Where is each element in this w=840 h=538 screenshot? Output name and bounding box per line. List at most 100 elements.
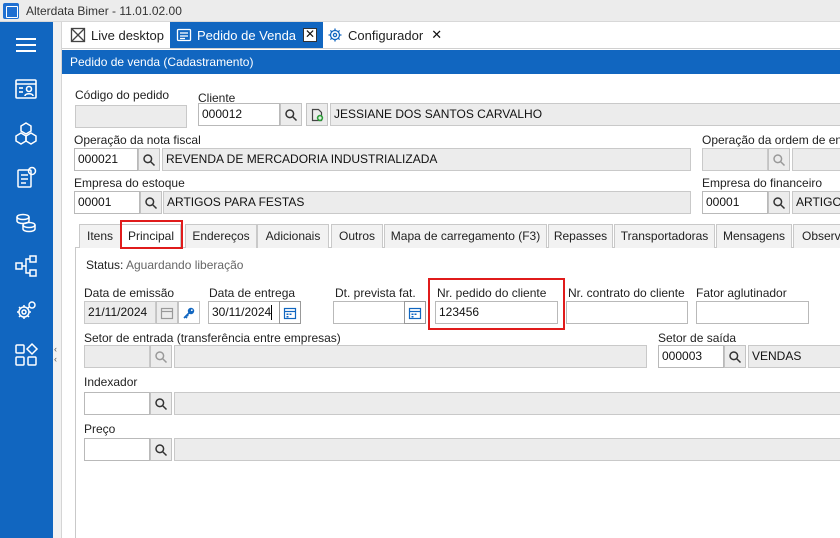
preco-name-field [174, 438, 840, 461]
setor-entrada-code-input [84, 345, 150, 368]
fator-aglutinador-label: Fator aglutinador [696, 286, 787, 300]
indexador-name-field [174, 392, 840, 415]
data-emissao-calendar-button[interactable] [156, 301, 178, 324]
settings-gears-icon[interactable] [13, 298, 39, 324]
tab-configurador[interactable]: Configurador ✕ [323, 22, 448, 48]
tab-adicionais[interactable]: Adicionais [257, 224, 329, 248]
empresa-financeiro-name-field: ARTIGOS [792, 191, 840, 214]
dt-prevista-label: Dt. prevista fat. [335, 286, 416, 300]
operacao-ordem-label: Operação da ordem de ent [702, 133, 840, 147]
live-desktop-icon [70, 27, 86, 43]
operacao-nf-label: Operação da nota fiscal [74, 133, 201, 147]
search-icon [773, 196, 786, 209]
tab-itens[interactable]: Itens [79, 224, 121, 248]
tab-transportadoras[interactable]: Transportadoras [614, 224, 715, 248]
window-title: Alterdata Bimer - 11.01.02.00 [26, 3, 182, 18]
apps-grid-icon[interactable] [13, 342, 39, 368]
operacao-nf-name-field: REVENDA DE MERCADORIA INDUSTRIALIZADA [162, 148, 691, 171]
data-entrega-calendar-button[interactable] [279, 301, 301, 324]
form-subtabs: Itens Principal Endereços Adicionais Out… [75, 224, 840, 249]
data-entrega-input[interactable]: 30/11/2024 [208, 301, 280, 324]
search-icon [145, 196, 158, 209]
setor-saida-code-input[interactable]: 000003 [658, 345, 724, 368]
nr-pedido-cliente-input[interactable]: 123456 [435, 301, 558, 324]
contact-card-icon[interactable] [13, 76, 39, 102]
setor-entrada-search-button[interactable] [150, 345, 172, 368]
operacao-ordem-code-input [702, 148, 768, 171]
fator-aglutinador-input[interactable] [696, 301, 809, 324]
configurator-gear-icon [327, 27, 343, 43]
tab-mensagens[interactable]: Mensagens [716, 224, 792, 248]
empresa-estoque-name-field: ARTIGOS PARA FESTAS [163, 191, 691, 214]
tab-outros[interactable]: Outros [331, 224, 383, 248]
order-list-icon [176, 27, 192, 43]
cliente-search-button[interactable] [280, 103, 302, 126]
indexador-code-input[interactable] [84, 392, 150, 415]
calendar-icon [160, 307, 174, 319]
hamburger-menu-icon[interactable] [13, 32, 39, 58]
status-value: Aguardando liberação [126, 258, 244, 272]
sidebar [0, 22, 53, 538]
dt-prevista-input[interactable] [333, 301, 405, 324]
indexador-search-button[interactable] [150, 392, 172, 415]
tab-repasses[interactable]: Repasses [548, 224, 613, 248]
tab-live-desktop-label: Live desktop [91, 27, 164, 43]
setor-saida-name-field: VENDAS [748, 345, 840, 368]
cubes-icon[interactable] [13, 120, 39, 146]
indexador-label: Indexador [84, 375, 138, 389]
search-icon [155, 397, 168, 410]
data-entrega-label: Data de entrega [209, 286, 296, 300]
search-icon [155, 443, 168, 456]
data-emissao-label: Data de emissão [84, 286, 175, 300]
tab-pedido-de-venda[interactable]: Pedido de Venda ✕ [170, 22, 324, 48]
status-label: Status: [86, 258, 124, 272]
calendar-icon [283, 307, 297, 319]
network-icon[interactable] [13, 253, 39, 279]
operacao-ordem-search-button[interactable] [768, 148, 790, 171]
tab-live-desktop[interactable]: Live desktop [62, 22, 170, 48]
operacao-ordem-name-field [792, 148, 840, 171]
empresa-financeiro-search-button[interactable] [768, 191, 790, 214]
empresa-financeiro-label: Empresa do financeiro [702, 176, 823, 190]
preco-search-button[interactable] [150, 438, 172, 461]
codigo-pedido-label: Código do pedido [75, 88, 170, 102]
empresa-financeiro-code-input[interactable]: 00001 [702, 191, 768, 214]
tab-enderecos[interactable]: Endereços [185, 224, 257, 248]
cliente-add-button[interactable] [306, 103, 328, 126]
setor-entrada-name-field [174, 345, 647, 368]
highlight-principal-tab [120, 220, 183, 249]
data-emissao-field: 21/11/2024 [84, 301, 156, 324]
search-icon [773, 153, 786, 166]
close-tab-configurador-icon[interactable]: ✕ [431, 27, 442, 43]
data-emissao-key-button[interactable] [178, 301, 200, 324]
nr-contrato-label: Nr. contrato do cliente [568, 286, 685, 300]
tab-configurador-label: Configurador [348, 27, 424, 43]
dt-prevista-calendar-button[interactable] [404, 301, 426, 324]
coins-icon[interactable] [13, 209, 39, 235]
window-titlebar: Alterdata Bimer - 11.01.02.00 [0, 0, 840, 22]
cliente-code-input[interactable]: 000012 [198, 103, 280, 126]
empresa-estoque-code-input[interactable]: 00001 [74, 191, 140, 214]
operacao-nf-search-button[interactable] [138, 148, 160, 171]
search-icon [143, 153, 156, 166]
search-icon [729, 350, 742, 363]
nr-contrato-input[interactable] [566, 301, 688, 324]
empresa-estoque-label: Empresa do estoque [74, 176, 185, 190]
close-tab-pedido-icon[interactable]: ✕ [303, 28, 318, 42]
search-icon [155, 350, 168, 363]
preco-code-input[interactable] [84, 438, 150, 461]
calendar-icon [408, 307, 422, 319]
chevron-left-icon[interactable]: ‹ ‹ [54, 344, 57, 364]
codigo-pedido-field [75, 105, 187, 128]
operacao-nf-code-input[interactable]: 000021 [74, 148, 138, 171]
tab-observacoes[interactable]: Observa [793, 224, 840, 248]
tab-mapa-carregamento[interactable]: Mapa de carregamento (F3) [384, 224, 547, 248]
key-icon [183, 307, 195, 319]
sidebar-collapse-strip[interactable]: ‹ ‹ [53, 22, 62, 538]
setor-saida-search-button[interactable] [724, 345, 746, 368]
nr-pedido-cliente-label: Nr. pedido do cliente [437, 286, 547, 300]
empresa-estoque-search-button[interactable] [140, 191, 162, 214]
invoice-icon[interactable] [13, 165, 39, 191]
cliente-name-field: JESSIANE DOS SANTOS CARVALHO [330, 103, 840, 126]
preco-label: Preço [84, 422, 116, 436]
